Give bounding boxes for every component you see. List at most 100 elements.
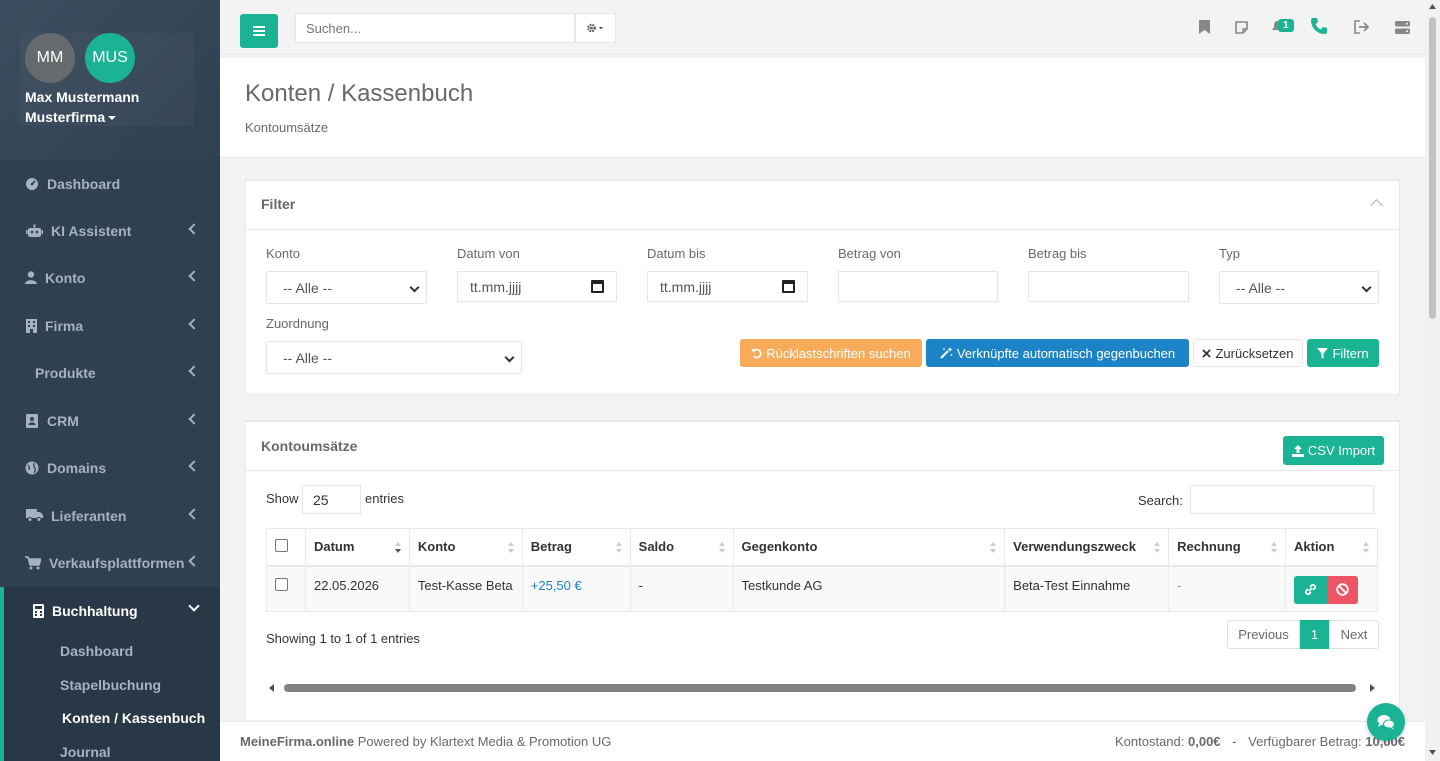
col-datum[interactable]: Datum xyxy=(304,528,410,567)
calendar-icon[interactable] xyxy=(782,280,795,293)
upload-icon xyxy=(1291,444,1304,457)
sidebar-subitem-konten-kassenbuch[interactable]: Konten / Kassenbuch xyxy=(62,710,205,726)
page-heading: Konten / Kassenbuch Kontoumsätze xyxy=(220,58,1425,158)
sort-icon xyxy=(718,542,725,554)
sidebar-subitem-dashboard[interactable]: Dashboard xyxy=(60,643,133,659)
filter-title: Filter xyxy=(261,196,296,212)
col-betrag[interactable]: Betrag xyxy=(521,528,631,567)
global-search-input[interactable] xyxy=(295,13,575,43)
link-button[interactable] xyxy=(1294,575,1327,604)
page-length-select[interactable]: 25 xyxy=(302,485,361,514)
bookmark-icon[interactable] xyxy=(1195,18,1213,36)
datum-bis-input[interactable]: tt.mm.jjjj xyxy=(647,271,808,302)
row-checkbox[interactable] xyxy=(275,577,288,591)
col-aktion-label: Aktion xyxy=(1294,539,1335,555)
sidebar-item-firma[interactable]: Firma xyxy=(0,302,220,349)
datum-von-input[interactable]: tt.mm.jjjj xyxy=(457,271,617,302)
sidebar-item-konto[interactable]: Konto xyxy=(0,254,220,301)
zuordnung-select-value: -- Alle -- xyxy=(283,349,332,366)
footer-separator: - xyxy=(1232,734,1237,749)
sidebar-item-lieferanten[interactable]: Lieferanten xyxy=(0,492,220,539)
top-navbar: 1 xyxy=(220,0,1425,55)
sidebar-item-dashboard[interactable]: Dashboard xyxy=(0,160,220,207)
zuordnung-select[interactable]: -- Alle -- xyxy=(266,341,522,374)
scroll-right-icon[interactable] xyxy=(1368,684,1376,692)
footer-powered: Powered by Klartext Media & Promotion UG xyxy=(354,734,612,749)
typ-select-value: -- Alle -- xyxy=(1236,279,1285,296)
chevron-left-icon xyxy=(188,413,200,425)
chevron-left-icon xyxy=(188,270,200,282)
page-vertical-scrollbar[interactable] xyxy=(1425,0,1440,761)
pager-page-1[interactable]: 1 xyxy=(1300,620,1329,649)
scroll-up-icon[interactable] xyxy=(1429,4,1436,9)
scroll-left-icon[interactable] xyxy=(268,684,276,692)
sidebar-item-label: Domains xyxy=(47,459,107,476)
sidebar-subitem-stapelbuchung[interactable]: Stapelbuchung xyxy=(60,677,161,693)
cell-gegenkonto: Testkunde AG xyxy=(732,565,1006,612)
server-icon[interactable] xyxy=(1393,18,1411,36)
footer: MeineFirma.online Powered by Klartext Me… xyxy=(220,721,1425,761)
search-options-button[interactable] xyxy=(575,13,616,43)
company-avatar[interactable]: MUS xyxy=(85,33,135,83)
table-horizontal-scrollbar[interactable] xyxy=(268,683,1376,693)
scroll-thumb[interactable] xyxy=(284,684,1356,692)
col-konto[interactable]: Konto xyxy=(408,528,523,567)
phone-icon[interactable] xyxy=(1310,17,1328,35)
pager-previous[interactable]: Previous xyxy=(1227,620,1300,649)
sidebar-item-label: Lieferanten xyxy=(51,507,127,524)
sidebar-item-buchhaltung[interactable]: Buchhaltung xyxy=(0,587,220,634)
sidebar-item-label: Dashboard xyxy=(47,175,121,192)
company-switcher[interactable]: Musterfirma xyxy=(25,109,117,125)
konto-select[interactable]: -- Alle -- xyxy=(266,271,427,304)
note-icon[interactable] xyxy=(1232,18,1250,36)
betrag-von-input[interactable] xyxy=(838,271,998,302)
col-rechnung[interactable]: Rechnung xyxy=(1168,528,1286,567)
menu-toggle-button[interactable] xyxy=(240,14,278,48)
col-verwendungszweck[interactable]: Verwendungszweck xyxy=(1004,528,1170,567)
verknuepfte-gegenbuchen-button[interactable]: Verknüpfte automatisch gegenbuchen xyxy=(926,339,1189,367)
hamburger-icon xyxy=(253,26,265,36)
col-aktion[interactable]: Aktion xyxy=(1285,528,1378,567)
chevron-left-icon xyxy=(188,508,200,520)
betrag-bis-input[interactable] xyxy=(1028,271,1189,302)
sort-icon xyxy=(1154,542,1161,554)
sidebar-item-domains[interactable]: Domains xyxy=(0,444,220,491)
table-header-row: Datum Konto Betrag Saldo Gegenkonto Verw… xyxy=(266,528,1378,567)
avatar[interactable]: MM xyxy=(25,33,75,83)
chevron-down-icon xyxy=(1361,282,1372,293)
col-rechnung-label: Rechnung xyxy=(1177,539,1241,555)
calendar-icon[interactable] xyxy=(591,280,604,293)
kontoumsaetze-header: Kontoumsätze xyxy=(246,422,1399,471)
filter-icon xyxy=(1317,347,1329,359)
logout-icon[interactable] xyxy=(1353,18,1371,36)
verfuegbar-label: Verfügbarer Betrag: xyxy=(1248,734,1362,749)
kontoumsaetze-title: Kontoumsätze xyxy=(261,438,358,454)
page-length-value: 25 xyxy=(313,491,329,508)
sort-desc-icon xyxy=(394,542,401,554)
typ-select[interactable]: -- Alle -- xyxy=(1219,271,1379,304)
col-gegenkonto[interactable]: Gegenkonto xyxy=(732,528,1006,567)
sidebar-item-verkaufsplattformen[interactable]: Verkaufsplattformen xyxy=(0,539,220,586)
sidebar-subitem-journal[interactable]: Journal xyxy=(60,744,111,760)
scroll-thumb[interactable] xyxy=(1429,17,1436,319)
sidebar-item-crm[interactable]: CRM xyxy=(0,397,220,444)
scroll-down-icon[interactable] xyxy=(1429,750,1436,755)
chevron-up-icon[interactable] xyxy=(1370,199,1383,212)
verknuepfte-label: Verknüpfte automatisch gegenbuchen xyxy=(956,345,1176,361)
kontostand-value: 0,00€ xyxy=(1188,734,1221,749)
sidebar: MM MUS Max Mustermann Musterfirma Dashbo… xyxy=(0,0,220,761)
ruecklastschriften-suchen-button[interactable]: Rücklastschriften suchen xyxy=(740,339,922,367)
chat-button[interactable] xyxy=(1367,703,1405,741)
select-all-checkbox[interactable] xyxy=(275,538,288,552)
sidebar-item-ki-assistent[interactable]: KI Assistent xyxy=(0,207,220,254)
kontoumsaetze-table: Datum Konto Betrag Saldo Gegenkonto Verw… xyxy=(266,528,1378,612)
col-saldo[interactable]: Saldo xyxy=(629,528,734,567)
pager-next[interactable]: Next xyxy=(1329,620,1379,649)
reset-button[interactable]: Zurücksetzen xyxy=(1193,339,1303,367)
csv-import-button[interactable]: CSV Import xyxy=(1283,436,1384,465)
sidebar-item-label: Buchhaltung xyxy=(52,602,138,619)
sidebar-item-produkte[interactable]: Produkte xyxy=(0,349,220,396)
filter-button[interactable]: Filtern xyxy=(1307,339,1379,367)
table-search-input[interactable] xyxy=(1190,485,1374,514)
ignore-button[interactable] xyxy=(1327,575,1358,604)
